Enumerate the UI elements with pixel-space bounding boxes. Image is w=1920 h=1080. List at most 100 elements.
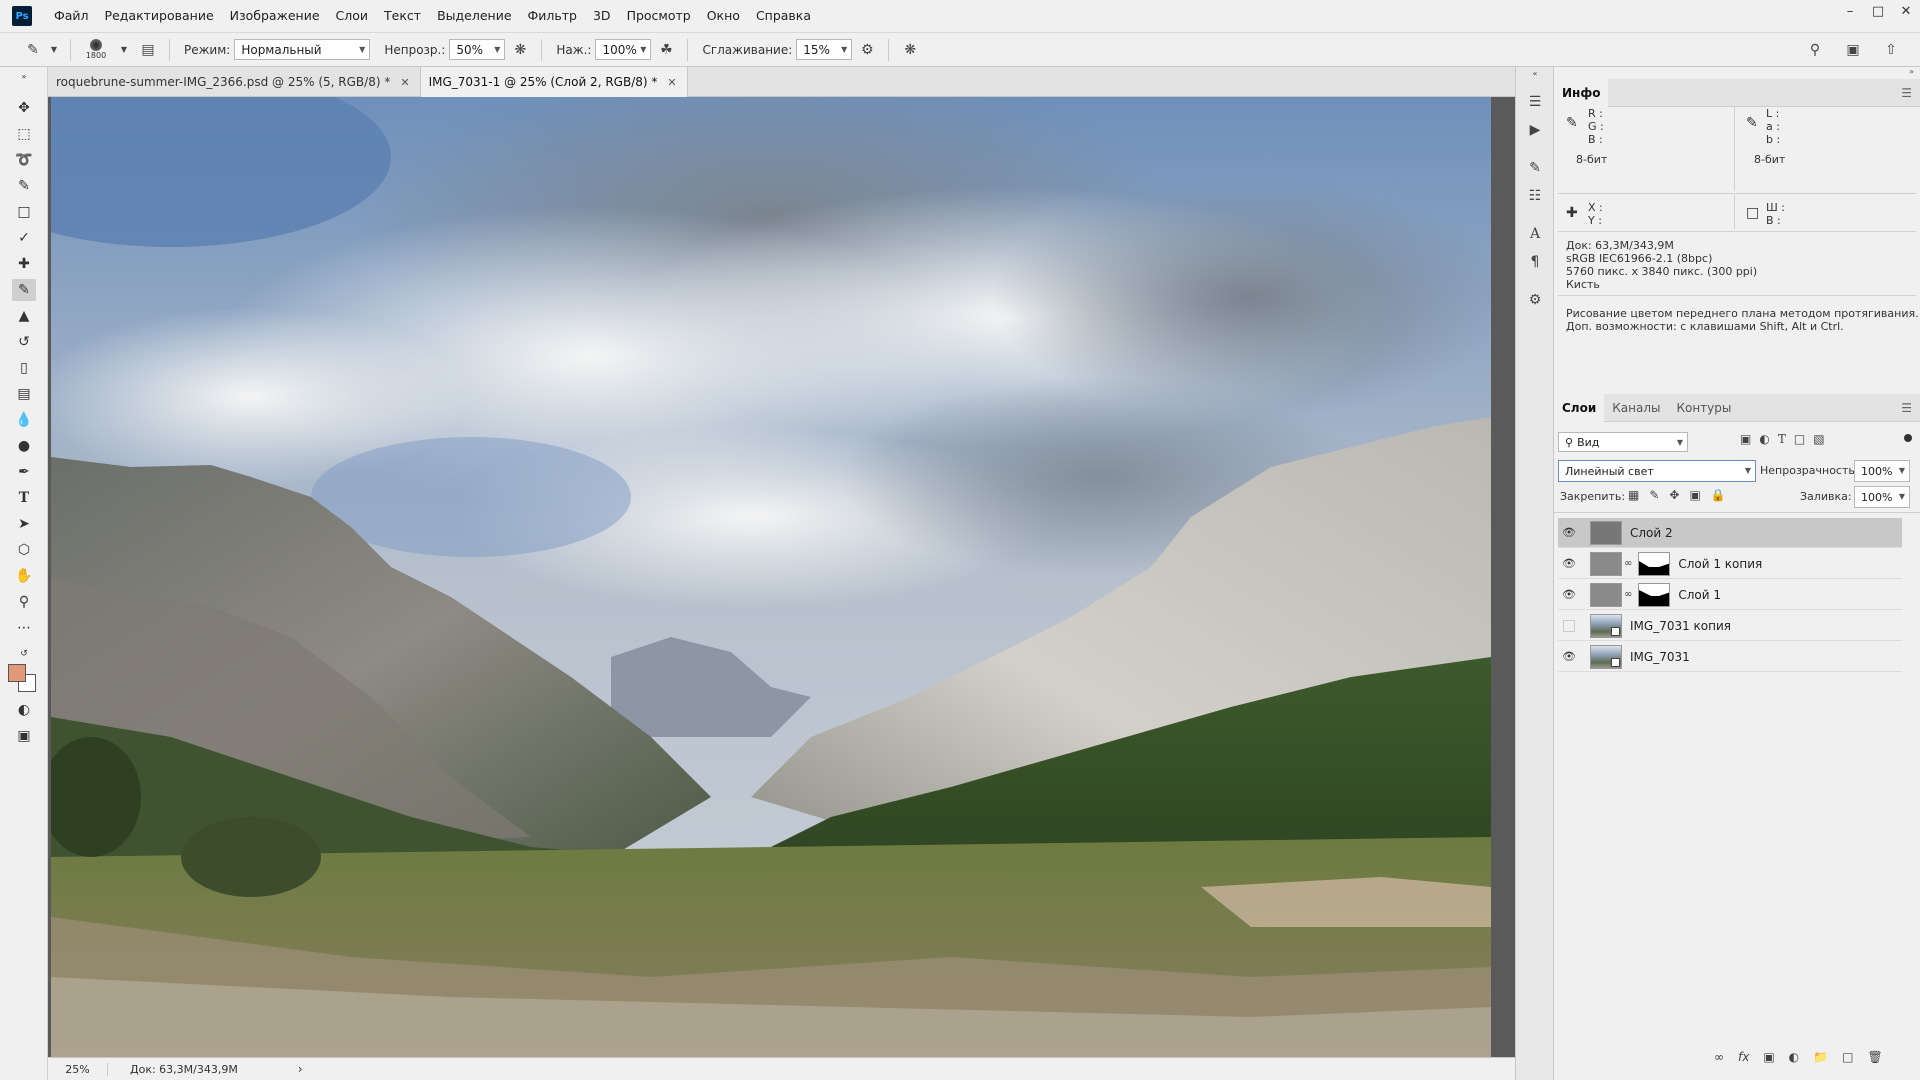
menu-help[interactable]: Справка [748, 0, 819, 32]
pressure-size-icon[interactable]: ❋ [899, 39, 921, 61]
layer-name[interactable]: Слой 1 копия [1678, 557, 1762, 571]
blur-tool-icon[interactable]: 💧 [12, 409, 36, 431]
layer-row[interactable]: 👁 ∞ Слой 1 [1558, 580, 1902, 610]
maximize-icon[interactable]: □ [1864, 0, 1892, 22]
menu-layers[interactable]: Слои [328, 0, 377, 32]
airbrush-icon[interactable]: ☘ [655, 39, 677, 61]
gear-icon[interactable]: ⚙ [856, 39, 878, 61]
brush-preset-icon[interactable]: ✎ [22, 39, 44, 61]
lock-pixels-icon[interactable]: ✎ [1649, 488, 1659, 502]
add-mask-icon[interactable]: ▣ [1763, 1050, 1774, 1064]
share-icon[interactable]: ⇧ [1880, 39, 1902, 61]
chevron-down-icon[interactable]: ▼ [119, 39, 129, 61]
eyedropper-tool-icon[interactable]: ✓ [12, 227, 36, 249]
pressure-opacity-icon[interactable]: ❋ [509, 39, 531, 61]
layer-row[interactable]: 👁 ∞ Слой 1 копия [1558, 549, 1902, 579]
layer-name[interactable]: IMG_7031 копия [1630, 619, 1731, 633]
quick-select-tool-icon[interactable]: ✎ [12, 175, 36, 197]
collapse-toolbox-icon[interactable]: » [12, 71, 36, 81]
link-icon[interactable]: ∞ [1624, 589, 1632, 600]
screen-mode-icon[interactable]: ▣ [12, 725, 36, 747]
lock-artboard-icon[interactable]: ▣ [1689, 488, 1700, 502]
trash-icon[interactable]: 🗑 [1867, 1050, 1882, 1064]
lock-transparency-icon[interactable]: ▦ [1628, 488, 1639, 502]
blend-mode-select[interactable]: Линейный свет ▼ [1558, 460, 1756, 482]
menu-image[interactable]: Изображение [222, 0, 328, 32]
minimize-icon[interactable]: – [1836, 0, 1864, 22]
dodge-tool-icon[interactable]: ● [12, 435, 36, 457]
healing-brush-tool-icon[interactable]: ✚ [12, 253, 36, 275]
type-tool-icon[interactable]: T [12, 487, 36, 509]
filter-smart-object-icon[interactable]: ▧ [1813, 432, 1824, 446]
history-icon[interactable]: ☰ [1524, 91, 1546, 113]
zoom-level[interactable]: 25% [48, 1062, 108, 1076]
filter-shape-icon[interactable]: □ [1794, 432, 1805, 446]
adjustment-layer-icon[interactable]: ◐ [1789, 1050, 1799, 1064]
eye-hidden-icon[interactable] [1563, 619, 1575, 632]
foreground-color-swatch[interactable] [8, 664, 26, 682]
hand-tool-icon[interactable]: ✋ [12, 565, 36, 587]
swap-colors-icon[interactable]: ↺ [12, 643, 36, 665]
new-layer-icon[interactable]: □ [1842, 1050, 1853, 1064]
layer-row[interactable]: 👁 Слой 2 [1558, 518, 1902, 548]
menu-filter[interactable]: Фильтр [520, 0, 585, 32]
more-tools-icon[interactable]: ⋯ [12, 617, 36, 639]
zoom-tool-icon[interactable]: ⚲ [12, 591, 36, 613]
close-icon[interactable]: ✕ [400, 76, 409, 89]
shape-tool-icon[interactable]: ⬡ [12, 539, 36, 561]
eye-icon[interactable]: 👁 [1560, 650, 1578, 663]
filter-type-icon[interactable]: T [1778, 432, 1786, 446]
search-icon[interactable]: ⚲ [1804, 39, 1826, 61]
eye-icon[interactable]: 👁 [1560, 526, 1578, 539]
document-tab[interactable]: roquebrune-summer-IMG_2366.psd @ 25% (5,… [48, 67, 421, 97]
move-tool-icon[interactable]: ✥ [12, 97, 36, 119]
layer-filter-select[interactable]: ⚲ Вид ▼ [1558, 432, 1688, 452]
eraser-tool-icon[interactable]: ▯ [12, 357, 36, 379]
workspace-icon[interactable]: ▣ [1842, 39, 1864, 61]
filter-pixel-icon[interactable]: ▣ [1740, 432, 1751, 446]
layer-row[interactable]: IMG_7031 копия [1558, 611, 1902, 641]
link-layers-icon[interactable]: ∞ [1714, 1050, 1724, 1064]
quick-mask-icon[interactable]: ◐ [12, 699, 36, 721]
mode-select[interactable]: Нормальный ▼ [234, 39, 371, 60]
marquee-tool-icon[interactable]: ⬚ [12, 123, 36, 145]
character-icon[interactable]: A [1524, 223, 1546, 245]
collapse-panels-icon[interactable]: « [1524, 67, 1546, 79]
tab-info[interactable]: Инфо [1554, 78, 1609, 107]
layer-mask-thumbnail[interactable] [1638, 551, 1671, 576]
filter-toggle-icon[interactable] [1904, 434, 1912, 442]
fill-input[interactable]: 100% ▼ [1854, 486, 1910, 508]
path-selection-tool-icon[interactable]: ➤ [12, 513, 36, 535]
filter-adjustment-icon[interactable]: ◐ [1759, 432, 1769, 446]
panel-menu-icon[interactable]: ☰ [1901, 86, 1912, 100]
layer-name[interactable]: Слой 2 [1630, 526, 1673, 540]
chevron-down-icon[interactable]: ▼ [48, 39, 60, 61]
menu-window[interactable]: Окно [699, 0, 748, 32]
new-group-icon[interactable]: 📁 [1813, 1050, 1828, 1064]
pen-tool-icon[interactable]: ✒ [12, 461, 36, 483]
menu-type[interactable]: Текст [376, 0, 429, 32]
document-tab-active[interactable]: IMG_7031-1 @ 25% (Слой 2, RGB/8) * ✕ [420, 67, 688, 97]
adjustments-icon[interactable]: ☷ [1524, 185, 1546, 207]
tab-paths[interactable]: Контуры [1668, 394, 1739, 422]
opacity-input[interactable]: 50% ▼ [449, 39, 506, 60]
actions-play-icon[interactable]: ▶ [1524, 119, 1546, 141]
link-icon[interactable]: ∞ [1624, 558, 1632, 569]
tab-layers[interactable]: Слои [1554, 393, 1605, 422]
brush-tool-icon[interactable]: ✎ [12, 279, 36, 301]
layer-name[interactable]: Слой 1 [1678, 588, 1721, 602]
brush-settings-toggle-icon[interactable]: ▤ [137, 39, 159, 61]
lasso-tool-icon[interactable]: ➰ [12, 149, 36, 171]
menu-file[interactable]: Файл [46, 0, 97, 32]
tab-channels[interactable]: Каналы [1604, 394, 1668, 422]
collapse-panels-icon[interactable]: » [1909, 67, 1914, 76]
layer-opacity-input[interactable]: 100% ▼ [1854, 460, 1910, 482]
gradient-tool-icon[interactable]: ▤ [12, 383, 36, 405]
brush-size-picker[interactable]: 1800 [81, 39, 111, 60]
layer-style-icon[interactable]: fx [1738, 1050, 1749, 1064]
status-menu-arrow-icon[interactable]: › [298, 1062, 303, 1076]
menu-view[interactable]: Просмотр [619, 0, 699, 32]
lock-position-icon[interactable]: ✥ [1669, 488, 1679, 502]
clone-stamp-tool-icon[interactable]: ▲ [12, 305, 36, 327]
close-icon[interactable]: ✕ [667, 76, 676, 89]
